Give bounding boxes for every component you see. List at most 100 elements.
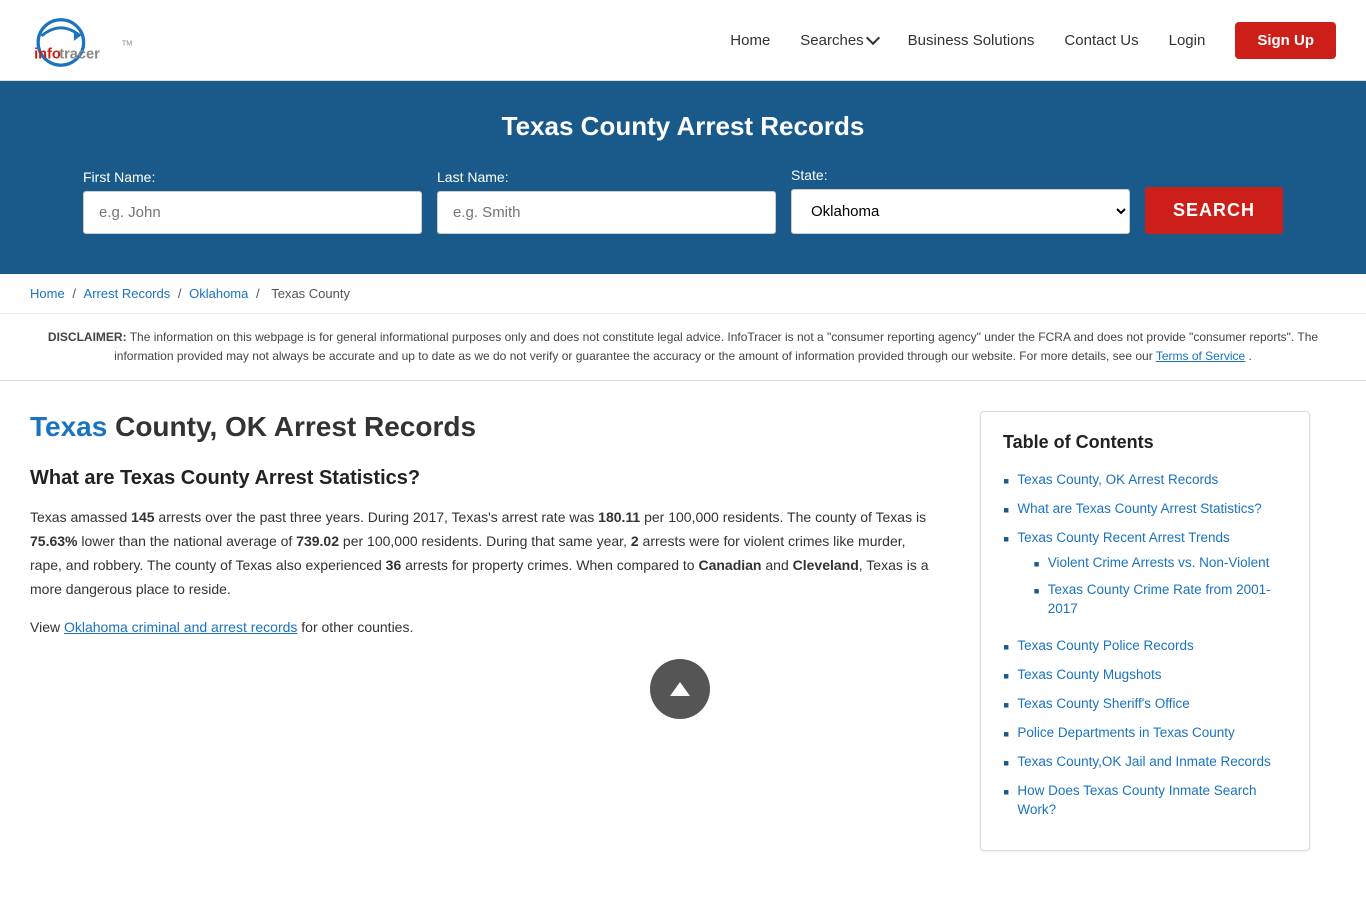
toc-link[interactable]: Texas County Police Records: [1017, 638, 1193, 653]
p1-mid4: per 100,000 residents. During that same …: [339, 533, 631, 549]
breadcrumb-sep2: /: [178, 286, 185, 301]
toc-sub-bullet-icon: ▪: [1033, 582, 1039, 600]
p1-pct: 75.63%: [30, 533, 77, 549]
state-label: State:: [791, 167, 828, 183]
p1-and: and: [761, 557, 792, 573]
hero-title: Texas County Arrest Records: [30, 111, 1336, 142]
nav-business-solutions[interactable]: Business Solutions: [908, 32, 1035, 49]
nav-contact-us[interactable]: Contact Us: [1064, 32, 1138, 49]
disclaimer-tos-link[interactable]: Terms of Service: [1156, 349, 1245, 363]
article: Texas County, OK Arrest Records What are…: [20, 381, 960, 880]
toc-subitem: ▪ Texas County Crime Rate from 2001-2017: [1033, 581, 1287, 619]
toc-bullet-icon: ▪: [1003, 501, 1009, 519]
toc-item: ▪ Texas County,OK Jail and Inmate Records: [1003, 753, 1287, 772]
view-link-para: View Oklahoma criminal and arrest record…: [30, 616, 930, 640]
breadcrumb-sep1: /: [72, 286, 79, 301]
view-pre: View: [30, 619, 64, 635]
toc-item: ▪ Texas County Recent Arrest Trends ▪ Viole…: [1003, 529, 1287, 627]
toc-link[interactable]: Police Departments in Texas County: [1017, 725, 1234, 740]
toc-bullet-icon: ▪: [1003, 667, 1009, 685]
toc-item: ▪Texas County Police Records: [1003, 637, 1287, 656]
p1-pre: Texas amassed: [30, 509, 131, 525]
svg-text:tracer: tracer: [59, 47, 100, 63]
last-name-group: Last Name:: [437, 169, 776, 234]
nav-searches[interactable]: Searches: [800, 32, 877, 49]
nav-login[interactable]: Login: [1169, 32, 1206, 49]
toc-link[interactable]: How Does Texas County Inmate Search Work…: [1017, 783, 1256, 817]
p1-num1: 145: [131, 509, 154, 525]
p1-mid3: lower than the national average of: [77, 533, 296, 549]
breadcrumb: Home / Arrest Records / Oklahoma / Texas…: [0, 274, 1366, 314]
toc-item: ▪ Texas County, OK Arrest Records: [1003, 471, 1287, 490]
site-header: info tracer TM Home Searches Business So…: [0, 0, 1366, 81]
scroll-top-button[interactable]: [650, 659, 710, 719]
toc-item: ▪ What are Texas County Arrest Statistics…: [1003, 500, 1287, 519]
toc-bullet-icon: ▪: [1003, 754, 1009, 772]
oklahoma-records-link[interactable]: Oklahoma criminal and arrest records: [64, 619, 297, 635]
svg-text:TM: TM: [122, 39, 133, 48]
first-name-group: First Name:: [83, 169, 422, 234]
toc-bullet-icon: ▪: [1003, 530, 1009, 548]
first-name-label: First Name:: [83, 169, 155, 185]
first-name-input[interactable]: [83, 191, 422, 234]
search-form: First Name: Last Name: State: Oklahoma A…: [83, 167, 1283, 234]
state-group: State: Oklahoma Alabama Alaska Arizona A…: [791, 167, 1130, 234]
disclaimer-text: The information on this webpage is for g…: [114, 330, 1318, 363]
breadcrumb-sep3: /: [256, 286, 263, 301]
p1-bold2: Cleveland: [793, 557, 859, 573]
svg-text:info: info: [34, 47, 61, 63]
toc-bullet-icon: ▪: [1003, 472, 1009, 490]
hero-section: Texas County Arrest Records First Name: …: [0, 81, 1366, 274]
toc-sub-bullet-icon: ▪: [1033, 555, 1039, 573]
last-name-label: Last Name:: [437, 169, 509, 185]
toc-heading: Table of Contents: [1003, 432, 1287, 453]
breadcrumb-home[interactable]: Home: [30, 286, 65, 301]
main-content: Texas County, OK Arrest Records What are…: [0, 381, 1366, 910]
disclaimer-tos-end: .: [1249, 349, 1252, 363]
article-paragraph1: Texas amassed 145 arrests over the past …: [30, 506, 930, 601]
last-name-input[interactable]: [437, 191, 776, 234]
state-select[interactable]: Oklahoma Alabama Alaska Arizona Arkansas…: [791, 189, 1130, 234]
sidebar: Table of Contents ▪ Texas County, OK Arre…: [960, 381, 1320, 880]
article-title: Texas County, OK Arrest Records: [30, 411, 930, 443]
toc-link[interactable]: Texas County Sheriff's Office: [1017, 696, 1189, 711]
view-post: for other counties.: [297, 619, 413, 635]
breadcrumb-texas-county: Texas County: [271, 286, 350, 301]
logo[interactable]: info tracer TM: [30, 10, 160, 70]
toc-item: ▪ Texas County Mugshots: [1003, 666, 1287, 685]
breadcrumb-oklahoma[interactable]: Oklahoma: [189, 286, 248, 301]
toc-link[interactable]: Texas County Recent Arrest Trends: [1017, 530, 1229, 545]
p1-mid2: per 100,000 residents. The county of Tex…: [640, 509, 926, 525]
breadcrumb-arrest-records[interactable]: Arrest Records: [84, 286, 171, 301]
toc-item: ▪ Police Departments in Texas County: [1003, 724, 1287, 743]
main-nav: Home Searches Business Solutions Contact…: [730, 22, 1336, 59]
p1-num3: 739.02: [296, 533, 339, 549]
p1-bold1: Canadian: [698, 557, 761, 573]
scroll-top-arrow-icon: [670, 682, 690, 696]
p1-mid6: arrests for property crimes. When compar…: [401, 557, 698, 573]
toc-box: Table of Contents ▪ Texas County, OK Arre…: [980, 411, 1310, 850]
search-button[interactable]: SEARCH: [1145, 187, 1283, 234]
disclaimer: DISCLAIMER: The information on this webp…: [0, 314, 1366, 381]
p1-num2: 180.11: [598, 509, 640, 525]
toc-subitem: ▪ Violent Crime Arrests vs. Non-Violent: [1033, 554, 1287, 573]
toc-link[interactable]: Texas County,OK Jail and Inmate Records: [1017, 754, 1270, 769]
nav-signup[interactable]: Sign Up: [1235, 22, 1336, 59]
toc-link[interactable]: What are Texas County Arrest Statistics?: [1017, 501, 1261, 516]
toc-item: ▪ Texas County Sheriff's Office: [1003, 695, 1287, 714]
nav-home[interactable]: Home: [730, 32, 770, 49]
toc-bullet-icon: ▪: [1003, 696, 1009, 714]
toc-link[interactable]: Texas County, OK Arrest Records: [1017, 472, 1218, 487]
toc-bullet-icon: ▪: [1003, 783, 1009, 801]
toc-sub-link[interactable]: Violent Crime Arrests vs. Non-Violent: [1048, 554, 1270, 573]
p1-num4: 2: [631, 533, 639, 549]
p1-num5: 36: [386, 557, 402, 573]
section1-heading: What are Texas County Arrest Statistics?: [30, 467, 930, 490]
article-title-highlight: Texas: [30, 411, 107, 442]
article-title-rest: County, OK Arrest Records: [107, 411, 476, 442]
toc-sub-link[interactable]: Texas County Crime Rate from 2001-2017: [1048, 581, 1287, 619]
toc-link[interactable]: Texas County Mugshots: [1017, 667, 1161, 682]
p1-mid1: arrests over the past three years. Durin…: [155, 509, 599, 525]
toc-item: ▪ How Does Texas County Inmate Search Wor…: [1003, 782, 1287, 820]
toc-bullet-icon: ▪: [1003, 725, 1009, 743]
